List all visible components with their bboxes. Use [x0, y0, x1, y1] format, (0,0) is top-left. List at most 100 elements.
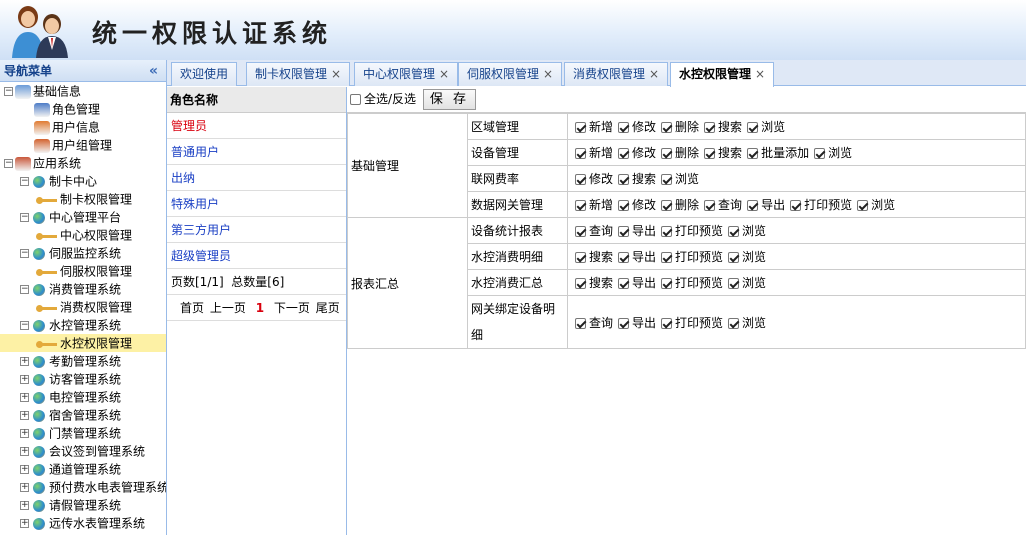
permission-option[interactable]: 修改 — [614, 196, 656, 213]
nav-item[interactable]: + 考勤管理系统 — [0, 352, 166, 370]
expand-icon[interactable]: + — [20, 357, 29, 366]
collapse-icon[interactable]: − — [20, 177, 29, 186]
permission-option[interactable]: 修改 — [614, 144, 656, 161]
permission-checkbox[interactable] — [575, 278, 586, 289]
nav-item[interactable]: − 中心管理平台 — [0, 208, 166, 226]
permission-option[interactable]: 浏览 — [724, 274, 766, 291]
permission-option[interactable]: 打印预览 — [657, 248, 723, 265]
permission-checkbox[interactable] — [661, 148, 673, 159]
expand-icon[interactable]: + — [20, 375, 29, 384]
permission-checkbox[interactable] — [618, 148, 630, 159]
permission-option[interactable]: 查询 — [571, 222, 613, 239]
permission-option[interactable]: 浏览 — [810, 144, 852, 161]
permission-option[interactable]: 导出 — [743, 196, 785, 213]
collapse-icon[interactable]: − — [4, 87, 13, 96]
permission-option[interactable]: 浏览 — [724, 222, 766, 239]
nav-item[interactable]: 用户信息 — [0, 118, 166, 136]
permission-checkbox[interactable] — [575, 148, 586, 159]
role-item[interactable]: 管理员 — [167, 113, 346, 139]
nav-item[interactable]: + 远传水表管理系统 — [0, 514, 166, 532]
permission-option[interactable]: 导出 — [614, 248, 656, 265]
close-tab-icon[interactable]: × — [439, 67, 449, 81]
next-page-link[interactable]: 下一页 — [274, 301, 310, 315]
permission-option[interactable]: 删除 — [657, 118, 699, 135]
nav-item[interactable]: − 基础信息 — [0, 82, 166, 100]
nav-item[interactable]: + 会议签到管理系统 — [0, 442, 166, 460]
expand-icon[interactable]: + — [20, 429, 29, 438]
permission-checkbox[interactable] — [661, 226, 673, 237]
role-item[interactable]: 出纳 — [167, 165, 346, 191]
nav-item[interactable]: 伺服权限管理 — [0, 262, 166, 280]
collapse-sidebar-icon[interactable]: « — [149, 60, 158, 82]
permission-option[interactable]: 导出 — [614, 274, 656, 291]
nav-item[interactable]: + 电控管理系统 — [0, 388, 166, 406]
permission-checkbox[interactable] — [575, 122, 586, 133]
permission-checkbox[interactable] — [661, 174, 673, 185]
expand-icon[interactable]: + — [20, 465, 29, 474]
nav-item[interactable]: − 消费管理系统 — [0, 280, 166, 298]
tab[interactable]: 中心权限管理 × — [354, 62, 459, 86]
permission-option[interactable]: 打印预览 — [657, 274, 723, 291]
nav-item[interactable]: + 门禁管理系统 — [0, 424, 166, 442]
permission-checkbox[interactable] — [618, 317, 630, 329]
nav-item[interactable]: + 访客管理系统 — [0, 370, 166, 388]
nav-item[interactable]: + 请假管理系统 — [0, 496, 166, 514]
tab[interactable]: 伺服权限管理 × — [458, 62, 563, 86]
permission-checkbox[interactable] — [618, 226, 630, 237]
permission-checkbox[interactable] — [618, 122, 630, 133]
role-item[interactable]: 普通用户 — [167, 139, 346, 165]
permission-option[interactable]: 打印预览 — [657, 222, 723, 239]
nav-item[interactable]: 用户组管理 — [0, 136, 166, 154]
expand-icon[interactable]: + — [20, 393, 29, 402]
collapse-icon[interactable]: − — [20, 213, 29, 222]
tab[interactable]: 制卡权限管理 × — [246, 62, 351, 86]
tab[interactable]: 欢迎使用 — [171, 62, 238, 86]
permission-option[interactable]: 搜索 — [614, 170, 656, 187]
permission-checkbox[interactable] — [618, 252, 630, 263]
permission-option[interactable]: 浏览 — [853, 196, 895, 213]
permission-option[interactable]: 浏览 — [724, 314, 766, 331]
nav-item[interactable]: 角色管理 — [0, 100, 166, 118]
permission-option[interactable]: 搜索 — [571, 274, 613, 291]
permission-checkbox[interactable] — [814, 148, 826, 159]
expand-icon[interactable]: + — [20, 411, 29, 420]
permission-option[interactable]: 新增 — [571, 144, 613, 161]
expand-icon[interactable]: + — [20, 501, 29, 510]
collapse-icon[interactable]: − — [20, 285, 29, 294]
permission-checkbox[interactable] — [575, 174, 586, 185]
nav-item[interactable]: + 通道管理系统 — [0, 460, 166, 478]
permission-option[interactable]: 打印预览 — [657, 314, 723, 331]
permission-checkbox[interactable] — [661, 278, 673, 289]
expand-icon[interactable]: + — [20, 447, 29, 456]
role-item[interactable]: 特殊用户 — [167, 191, 346, 217]
permission-checkbox[interactable] — [661, 122, 673, 133]
nav-item[interactable]: − 伺服监控系统 — [0, 244, 166, 262]
collapse-icon[interactable]: − — [20, 249, 29, 258]
permission-option[interactable]: 打印预览 — [786, 196, 852, 213]
permission-checkbox[interactable] — [575, 252, 586, 263]
permission-checkbox[interactable] — [728, 226, 740, 237]
last-page-link[interactable]: 尾页 — [316, 301, 340, 315]
permission-checkbox[interactable] — [857, 200, 869, 211]
permission-checkbox[interactable] — [575, 226, 586, 237]
nav-item[interactable]: − 制卡中心 — [0, 172, 166, 190]
close-tab-icon[interactable]: × — [543, 67, 553, 81]
permission-option[interactable]: 修改 — [614, 118, 656, 135]
expand-icon[interactable]: + — [20, 483, 29, 492]
permission-option[interactable]: 新增 — [571, 196, 613, 213]
permission-option[interactable]: 修改 — [571, 170, 613, 187]
permission-checkbox[interactable] — [747, 122, 759, 133]
permission-option[interactable]: 浏览 — [724, 248, 766, 265]
permission-checkbox[interactable] — [618, 174, 630, 185]
permission-option[interactable]: 导出 — [614, 222, 656, 239]
collapse-icon[interactable]: − — [4, 159, 13, 168]
permission-option[interactable]: 导出 — [614, 314, 656, 331]
nav-item[interactable]: 中心权限管理 — [0, 226, 166, 244]
permission-checkbox[interactable] — [575, 317, 586, 329]
role-item[interactable]: 超级管理员 — [167, 243, 346, 269]
permission-checkbox[interactable] — [661, 317, 673, 329]
permission-option[interactable]: 删除 — [657, 196, 699, 213]
tab[interactable]: 消费权限管理 × — [564, 62, 669, 86]
permission-checkbox[interactable] — [790, 200, 802, 211]
permission-option[interactable]: 浏览 — [743, 118, 785, 135]
